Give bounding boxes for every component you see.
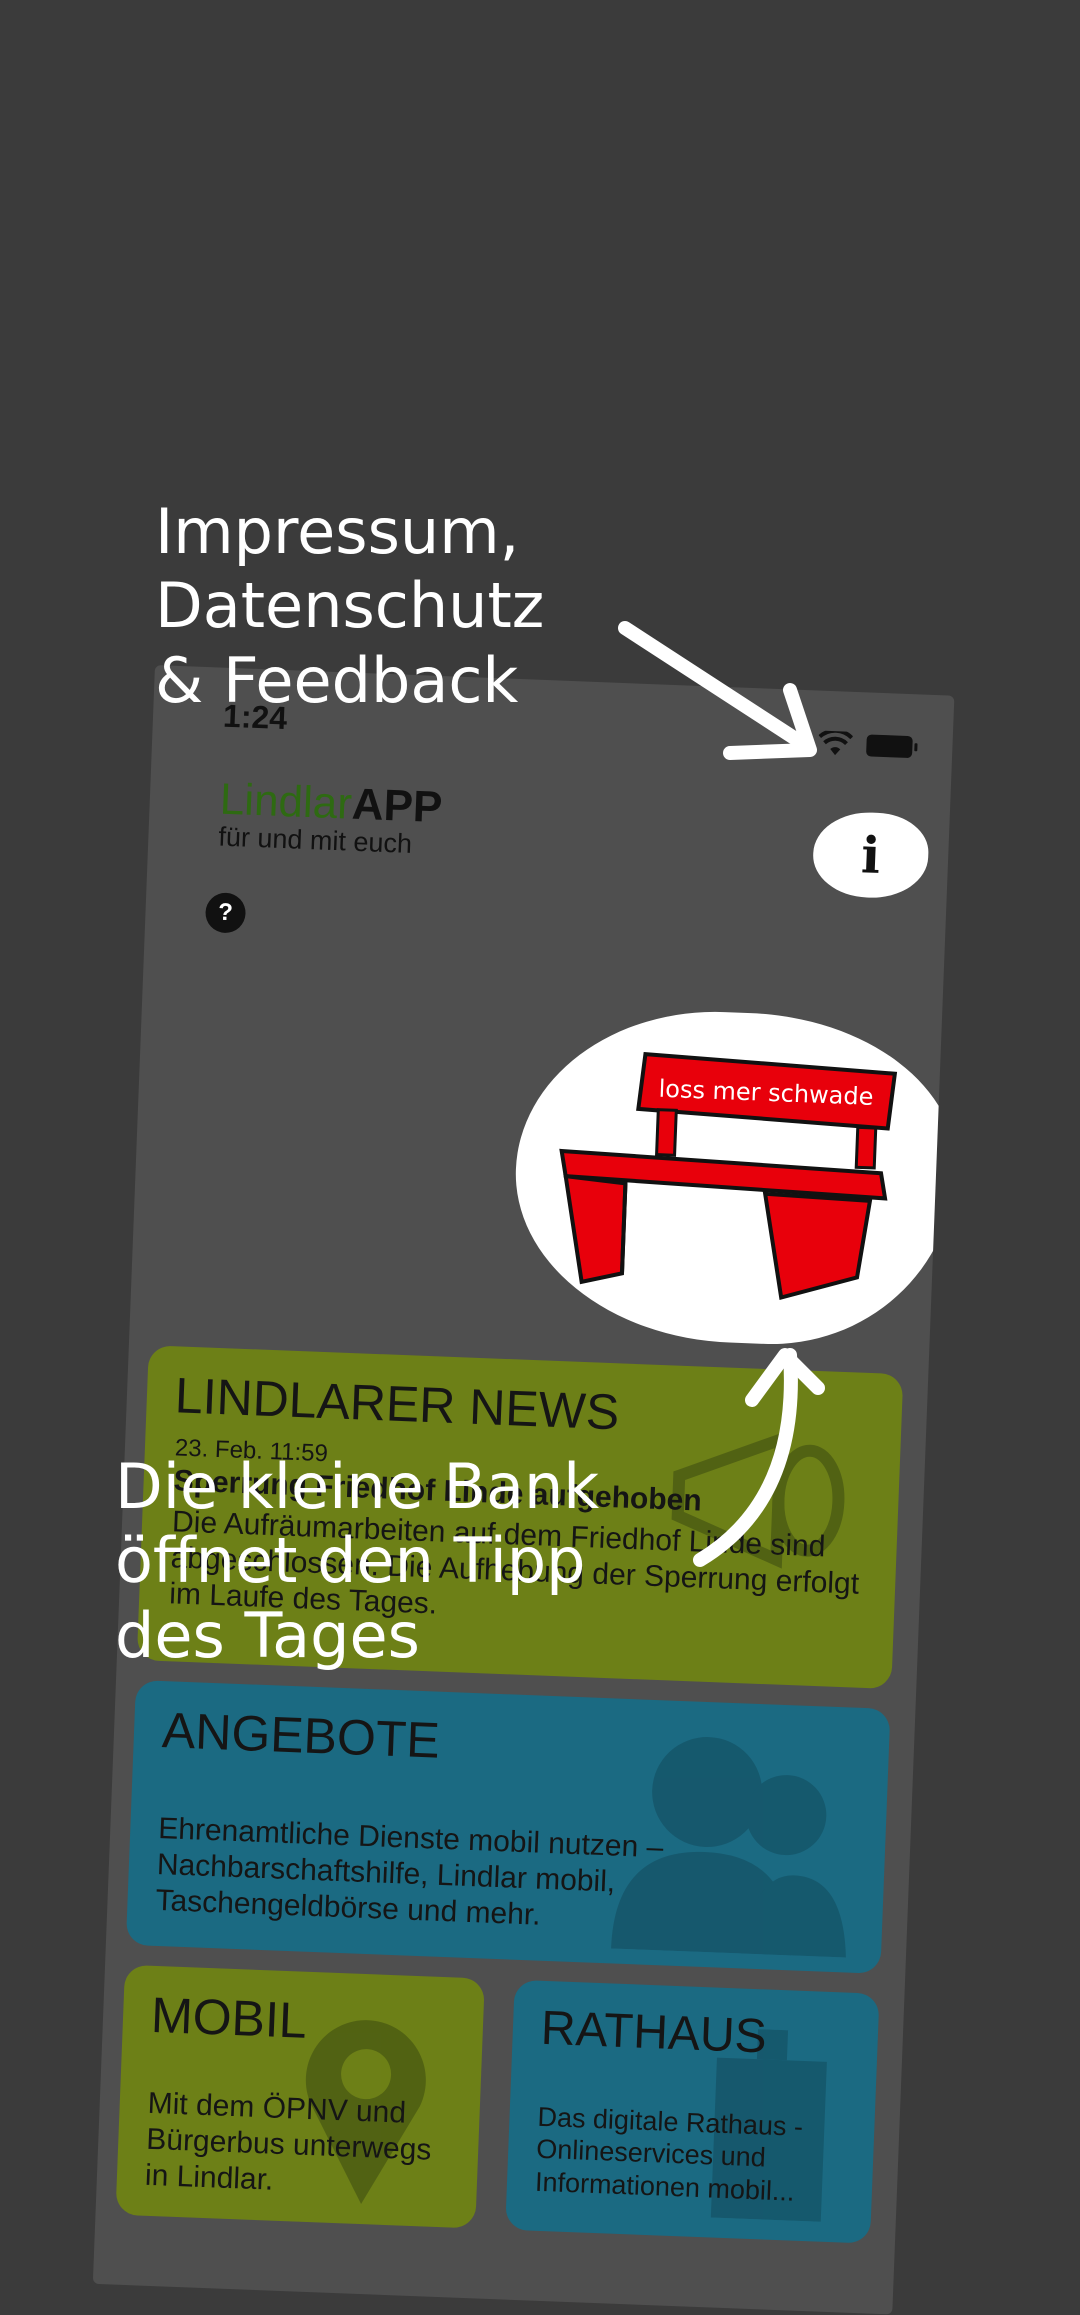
help-icon[interactable]: ? xyxy=(204,892,247,934)
mobil-title: MOBIL xyxy=(150,1986,308,2049)
rathaus-body: Das digitale Rathaus - Onlineservices un… xyxy=(534,2101,804,2207)
angebote-title: ANGEBOTE xyxy=(161,1702,441,1769)
annotation-line: Datenschutz xyxy=(155,569,545,643)
help-label: ? xyxy=(217,898,234,927)
info-label: i xyxy=(860,825,882,885)
mobil-body: Mit dem ÖPNV und Bürgerbus unterwegs in … xyxy=(144,2086,432,2197)
news-title: LINDLARER NEWS xyxy=(173,1367,621,1441)
annotation-line: Die kleine Bank xyxy=(115,1450,600,1523)
rathaus-tile[interactable]: RATHAUS Das digitale Rathaus - Onlineser… xyxy=(505,1979,880,2244)
logo-tagline: für und mit euch xyxy=(217,821,413,859)
annotation-line: & Feedback xyxy=(155,643,519,717)
app-logo: LindlarAPP für und mit euch xyxy=(217,774,444,859)
bench-icon[interactable]: loss mer schwade xyxy=(536,1030,936,1325)
annotation-line: Impressum, xyxy=(155,495,520,568)
annotation-bank: Die kleine Bank öffnet den Tipp des Tage… xyxy=(115,1450,599,1673)
mobil-tile[interactable]: MOBIL Mit dem ÖPNV und Bürgerbus unterwe… xyxy=(115,1964,485,2229)
annotation-impressum: Impressum, Datenschutz & Feedback xyxy=(155,495,544,718)
angebote-tile[interactable]: ANGEBOTE Ehrenamtliche Dienste mobil nut… xyxy=(125,1680,891,1974)
annotation-line: öffnet den Tipp xyxy=(115,1524,586,1598)
status-icons xyxy=(818,730,913,761)
wifi-icon xyxy=(818,730,853,756)
battery-icon xyxy=(866,734,913,759)
rathaus-title: RATHAUS xyxy=(539,2001,768,2064)
info-icon[interactable]: i xyxy=(811,810,930,900)
logo-app: APP xyxy=(350,779,444,833)
logo-lindlar: Lindlar xyxy=(218,774,353,829)
annotation-line: des Tages xyxy=(115,1598,420,1672)
